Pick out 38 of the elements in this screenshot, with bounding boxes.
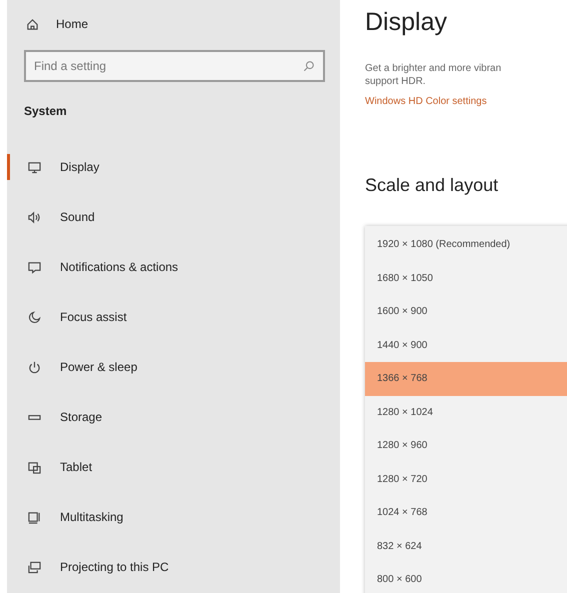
resolution-option[interactable]: 1280 × 1024 bbox=[365, 396, 567, 429]
nav-item[interactable]: Notifications & actions bbox=[7, 254, 340, 280]
projector-icon bbox=[28, 560, 41, 574]
nav-item[interactable]: Multitasking bbox=[7, 504, 340, 530]
nav-item[interactable]: Power & sleep bbox=[7, 354, 340, 380]
moon-icon bbox=[28, 310, 41, 324]
section-heading: System bbox=[24, 104, 68, 120]
resolution-option[interactable]: 832 × 624 bbox=[365, 530, 567, 563]
resolution-option[interactable]: 1024 × 768 bbox=[365, 496, 567, 530]
message-icon bbox=[28, 260, 41, 274]
page-title: Display bbox=[365, 8, 448, 38]
nav-item[interactable]: Projecting to this PC bbox=[7, 554, 340, 580]
resolution-option[interactable]: 1440 × 900 bbox=[365, 328, 567, 362]
nav-item[interactable]: Storage bbox=[7, 404, 340, 430]
home-link[interactable]: Home bbox=[7, 14, 340, 34]
resolution-option[interactable]: 1280 × 960 bbox=[365, 429, 567, 462]
window-icon bbox=[28, 510, 41, 524]
description-text: Get a brighter and more vibran bbox=[365, 62, 502, 75]
resolution-option[interactable]: 1366 × 768 bbox=[365, 362, 567, 396]
resolution-option[interactable]: 1680 × 1050 bbox=[365, 262, 567, 295]
hd-color-link[interactable]: Windows HD Color settings bbox=[365, 96, 567, 107]
search-icon bbox=[303, 60, 315, 72]
nav-item[interactable]: Tablet bbox=[7, 454, 340, 480]
home-icon bbox=[26, 18, 39, 30]
power-icon bbox=[28, 360, 41, 374]
search-field[interactable]: Find a setting bbox=[24, 50, 325, 82]
resolution-option[interactable]: 1600 × 900 bbox=[365, 295, 567, 328]
section-heading: Scale and layout bbox=[365, 175, 500, 196]
nav-item[interactable]: Sound bbox=[7, 204, 340, 230]
resolution-option[interactable]: 800 × 600 bbox=[365, 563, 567, 593]
speaker-icon bbox=[28, 210, 41, 224]
resolution-option[interactable]: 1280 × 720 bbox=[365, 462, 567, 496]
monitor-icon bbox=[28, 160, 41, 174]
resolution-option[interactable]: 1920 × 1080 (Recommended) bbox=[365, 228, 567, 262]
description-text: support HDR. bbox=[365, 75, 427, 88]
nav-item[interactable]: Focus assist bbox=[7, 304, 340, 330]
nav-item[interactable]: Display bbox=[7, 154, 340, 180]
tablet-icon bbox=[28, 460, 41, 474]
